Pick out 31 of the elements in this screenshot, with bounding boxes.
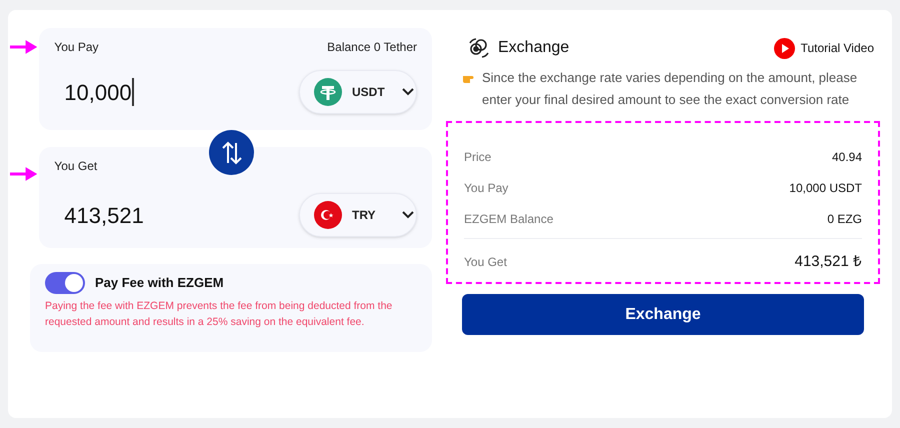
exchange-icon <box>468 37 490 59</box>
chevron-down-icon <box>402 211 414 219</box>
summary-label: You Get <box>464 254 507 272</box>
summary-label: You Pay <box>464 180 508 196</box>
summary-value: 10,000 USDT <box>789 180 862 196</box>
field-label: You Get <box>54 159 98 173</box>
summary-label: Price <box>464 148 492 166</box>
summary-value: 0 EZG <box>827 210 862 228</box>
tether-icon <box>314 78 342 106</box>
chevron-down-icon <box>402 88 414 96</box>
amount-output: 413,521 <box>63 202 144 230</box>
toggle-label: Pay Fee with EZGEM <box>95 274 224 292</box>
currency-selector[interactable]: TRY <box>299 193 417 237</box>
hint-text: Since the exchange rate varies depending on the amount, please enter your final desired amount to see the exact conversion rate <box>482 69 858 109</box>
fee-note: Paying the fee with EZGEM prevents the fee from being deducted from the requested amount and results in a 25% saving on the equivalent fee. <box>45 299 394 330</box>
summary-value: 40.94 <box>832 148 862 166</box>
summary-label: EZGEM Balance <box>464 210 554 228</box>
summary-value: 413,521 ₺ <box>794 252 862 272</box>
exchange-button[interactable]: Exchange <box>462 294 864 335</box>
swap-icon <box>220 140 242 164</box>
panel-title: Exchange <box>498 38 570 58</box>
toggle-switch[interactable] <box>45 272 85 294</box>
field-label: You Pay <box>54 39 99 56</box>
arrow-icon <box>10 40 38 54</box>
amount-input[interactable]: 10,000 <box>54 76 134 108</box>
balance-text: Balance 0 Tether <box>327 39 417 56</box>
arrow-icon <box>10 167 38 181</box>
tutorial-video-link[interactable]: Tutorial Video <box>774 38 874 58</box>
flag-icon <box>314 201 342 229</box>
play-icon <box>774 38 795 58</box>
currency-selector[interactable]: USDT <box>299 70 417 114</box>
